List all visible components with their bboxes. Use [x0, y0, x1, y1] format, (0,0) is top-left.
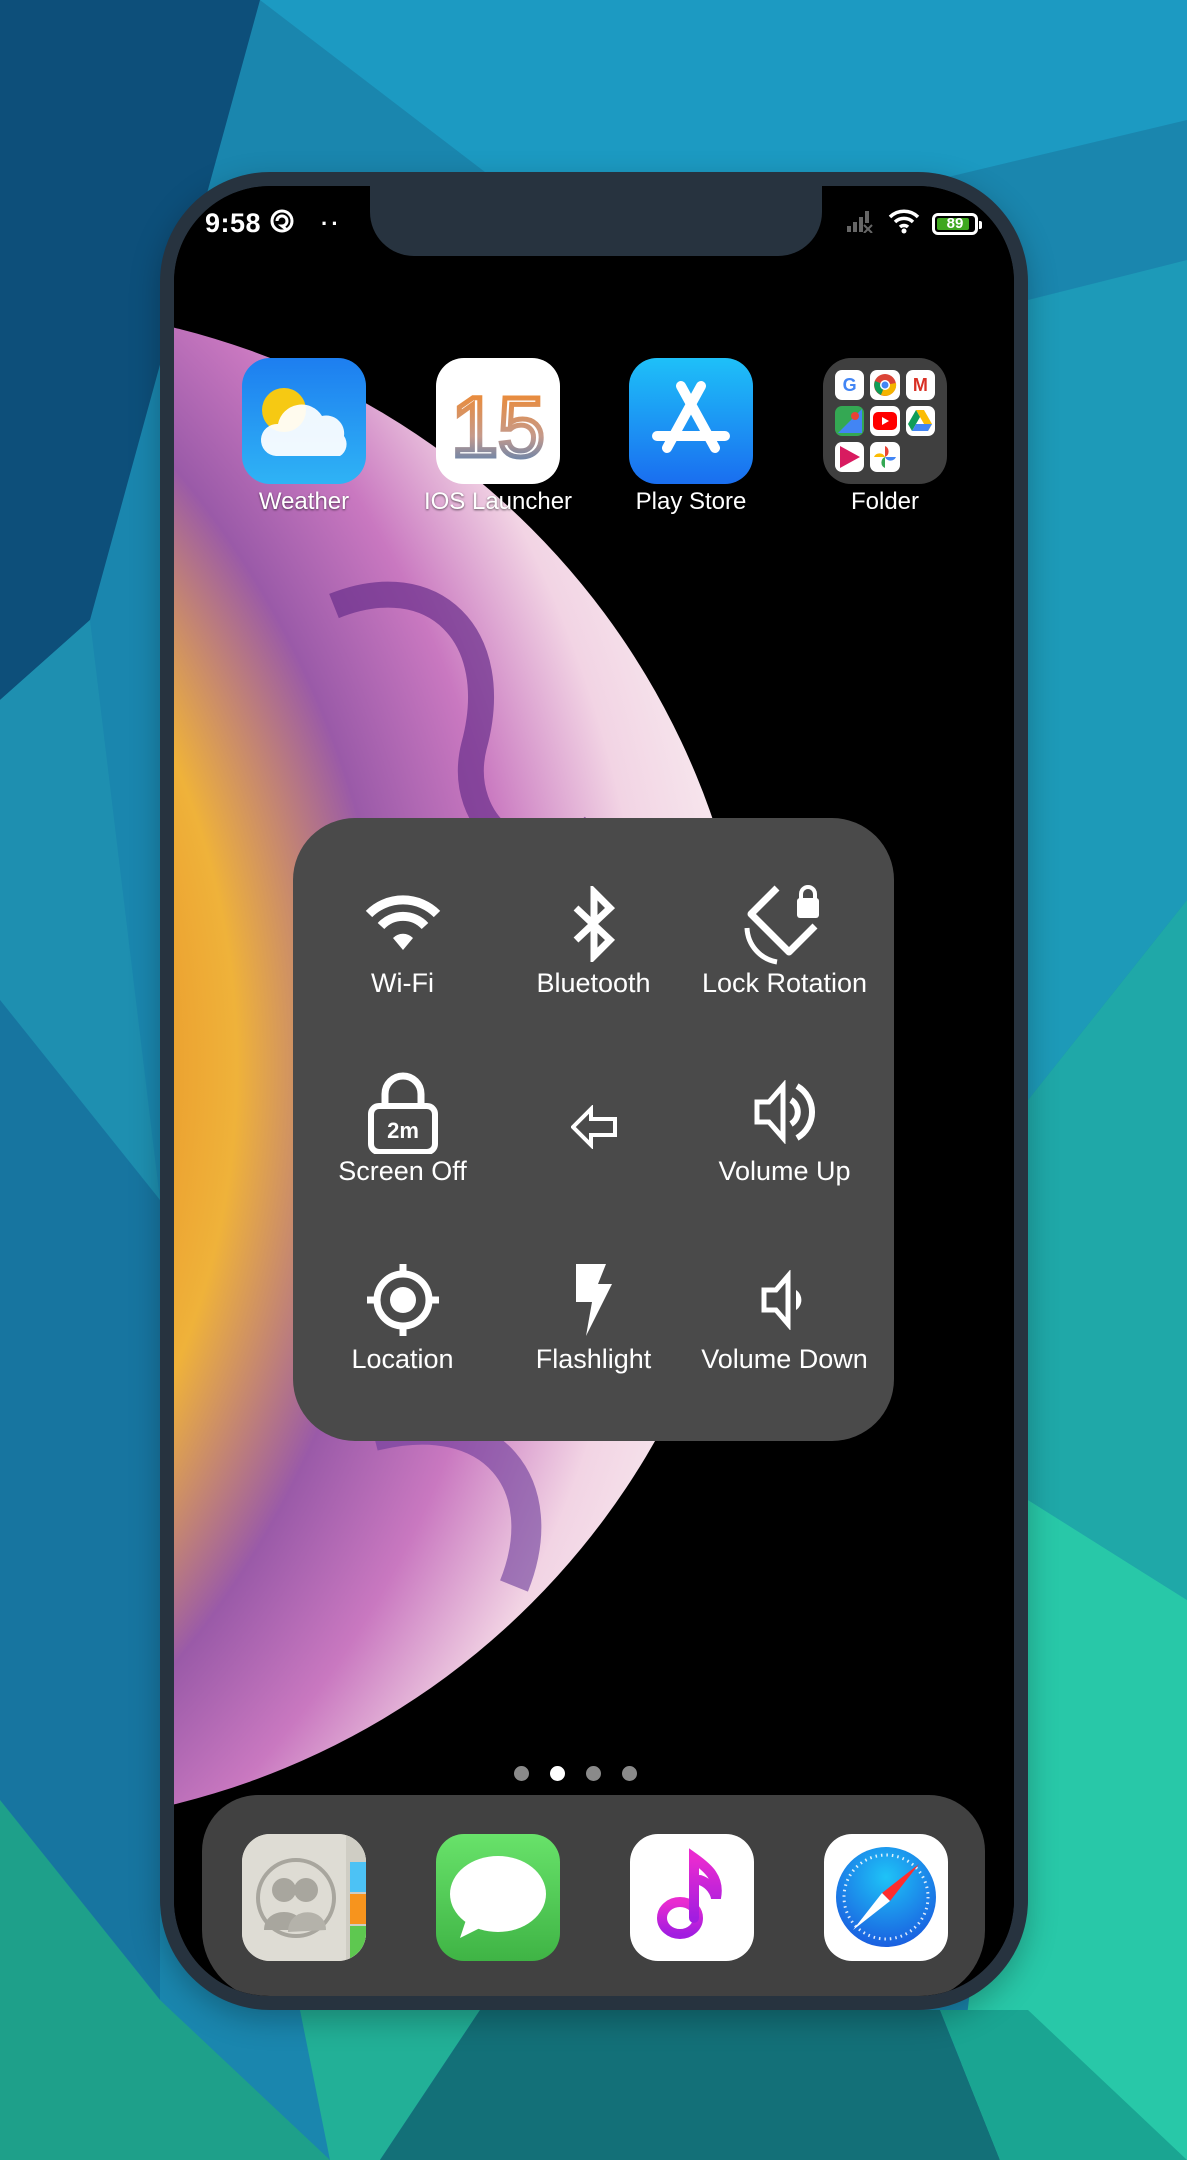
flashlight-toggle[interactable]: Flashlight: [498, 1223, 689, 1411]
folder-icon: G M: [823, 358, 947, 484]
play-movies-icon: [835, 442, 865, 472]
volume-down-button[interactable]: Volume Down: [689, 1223, 880, 1411]
page-dot-active[interactable]: [549, 1766, 565, 1781]
wifi-status-icon: [888, 208, 920, 239]
bluetooth-icon: [552, 882, 636, 966]
assistive-touch-panel: Wi-Fi Bluetooth Lock Rotation 2m Screen …: [293, 818, 894, 1441]
svg-text:2m: 2m: [387, 1118, 419, 1143]
back-arrow-icon: [552, 1085, 636, 1169]
tile-label: Volume Up: [718, 1155, 851, 1186]
dock: [202, 1795, 985, 1996]
dock-app-messages[interactable]: [436, 1834, 560, 1961]
location-toggle[interactable]: Location: [307, 1223, 498, 1411]
contacts-icon: [242, 1834, 366, 1961]
location-icon: [361, 1258, 445, 1342]
youtube-icon: [870, 406, 900, 436]
rotation-lock-icon: [743, 882, 827, 966]
dock-app-safari[interactable]: [824, 1834, 948, 1961]
flashlight-icon: [552, 1258, 636, 1342]
dock-app-music[interactable]: [630, 1834, 754, 1961]
home-screen: 9:58 ·· 89 Weather 15 IOS Launcher Play …: [174, 186, 1014, 1996]
screen-off-lock-icon: 2m: [361, 1070, 445, 1154]
tile-label: Screen Off: [338, 1155, 467, 1186]
tile-label: Location: [351, 1344, 454, 1375]
tile-label: Volume Down: [701, 1344, 868, 1375]
app-store-icon: [629, 358, 753, 484]
app-label: IOS Launcher: [423, 488, 573, 515]
messages-icon: [450, 1856, 546, 1938]
chrome-icon: [870, 370, 900, 400]
overflow-dots: ··: [321, 210, 342, 236]
app-ios-launcher[interactable]: 15 IOS Launcher: [423, 358, 573, 516]
back-button[interactable]: [498, 1034, 689, 1222]
status-time: 9:58: [205, 208, 262, 238]
volume-down-icon: [743, 1258, 827, 1342]
camera-notch: [370, 186, 822, 256]
lock-rotation-toggle[interactable]: Lock Rotation: [689, 846, 880, 1034]
maps-icon: [835, 406, 865, 436]
status-bar-right: 89: [846, 208, 982, 239]
wifi-icon: [361, 882, 445, 966]
tile-label: Flashlight: [535, 1344, 652, 1375]
page-dot[interactable]: [585, 1766, 601, 1781]
app-label: Play Store: [635, 488, 747, 515]
page-dot[interactable]: [621, 1766, 637, 1781]
app-weather[interactable]: Weather: [229, 358, 379, 516]
app-label: Weather: [258, 488, 350, 515]
music-icon: [657, 1848, 722, 1939]
tile-label: Lock Rotation: [701, 967, 868, 998]
screen-off-button[interactable]: 2m Screen Off: [307, 1034, 498, 1222]
page-dot[interactable]: [513, 1766, 529, 1781]
drive-icon: [905, 406, 935, 436]
bluetooth-toggle[interactable]: Bluetooth: [498, 846, 689, 1034]
at-sign-icon: [269, 208, 295, 239]
ios15-icon: 15: [436, 358, 560, 484]
tile-label: Bluetooth: [536, 967, 651, 998]
app-play-store[interactable]: Play Store: [616, 358, 766, 516]
safari-icon: [836, 1847, 936, 1947]
google-icon: G: [835, 370, 865, 400]
weather-icon: [242, 358, 366, 484]
battery-nub: [979, 220, 982, 229]
signal-off-icon: [846, 209, 876, 238]
folder-empty-slot: [906, 442, 935, 472]
app-folder[interactable]: G M Folder: [810, 358, 960, 516]
gmail-icon: M: [905, 370, 935, 400]
svg-text:15: 15: [451, 380, 544, 474]
battery-percent: 89: [946, 215, 964, 232]
photos-icon: [870, 442, 900, 472]
volume-up-button[interactable]: Volume Up: [689, 1034, 880, 1222]
app-label: Folder: [850, 488, 920, 515]
tile-label: Wi-Fi: [371, 967, 434, 998]
status-bar-left: 9:58 ··: [205, 208, 342, 239]
volume-up-icon: [743, 1070, 827, 1154]
wifi-toggle[interactable]: Wi-Fi: [307, 846, 498, 1034]
page-indicator[interactable]: [174, 1766, 995, 1781]
battery-indicator: 89: [932, 212, 982, 235]
phone-frame: 9:58 ·· 89 Weather 15 IOS Launcher Play …: [160, 172, 1028, 2010]
dock-app-contacts[interactable]: [242, 1834, 366, 1961]
